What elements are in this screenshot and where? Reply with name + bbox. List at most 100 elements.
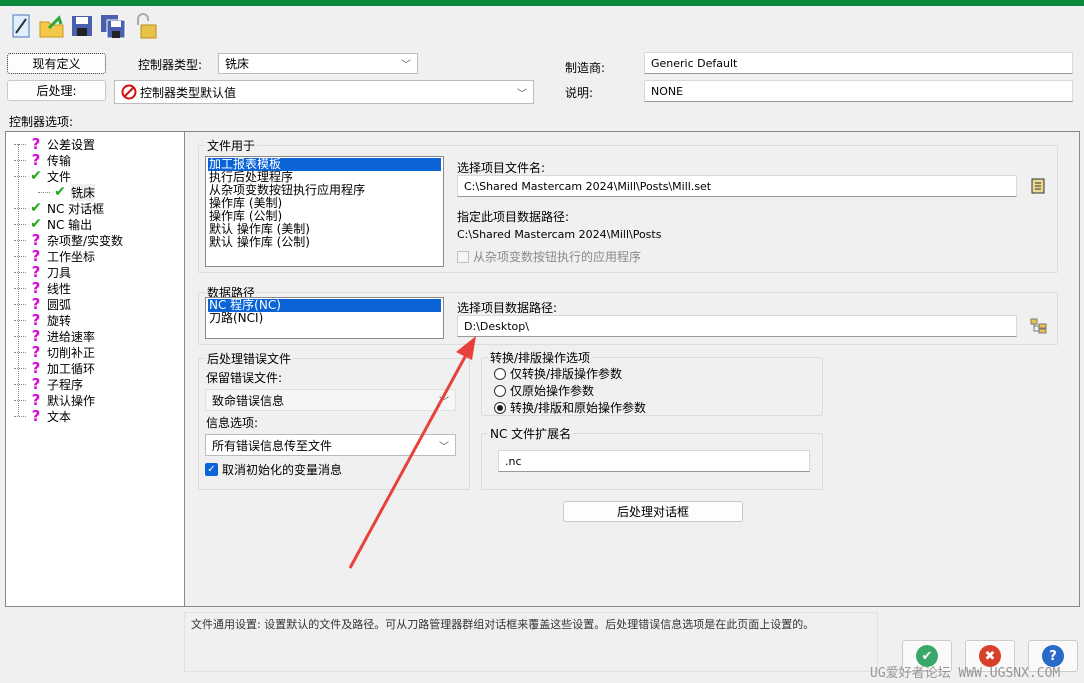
- tree-connector: [14, 159, 26, 161]
- controller-options-label: 控制器选项:: [9, 115, 74, 129]
- tree-item-label: 文件: [47, 169, 72, 184]
- post-processor-value: 控制器类型默认值: [140, 85, 237, 100]
- tree-item[interactable]: ? 旋转: [14, 311, 72, 329]
- post-processor-button[interactable]: 后处理:: [7, 80, 106, 101]
- files-list[interactable]: 加工报表模板 执行后处理程序 从杂项变数按钮执行应用程序 操作库 (美制) 操作库 (公…: [205, 156, 444, 267]
- run-app-label: 从杂项变数按钮执行的应用程序: [473, 250, 642, 264]
- radio-button: [494, 367, 506, 380]
- select-file-field[interactable]: C:\Shared Mastercam 2024\Mill\Posts\Mill…: [457, 175, 1017, 197]
- tree-item-label: 默认操作: [47, 393, 96, 408]
- save-as-icon[interactable]: [100, 12, 126, 40]
- controller-type-value: 铣床: [225, 57, 250, 71]
- tree-item-label: 子程序: [47, 377, 84, 392]
- tree-connector: [14, 255, 26, 257]
- radio-convert-and-original[interactable]: 转换/排版和原始操作参数: [494, 399, 646, 416]
- radio-label: 仅转换/排版操作参数: [510, 367, 623, 381]
- tree-connector: [14, 383, 26, 385]
- no-entry-icon: [121, 84, 137, 100]
- list-item[interactable]: 刀路(NCI): [208, 312, 441, 325]
- tree-connector: [14, 207, 26, 209]
- tree-connector: [14, 175, 26, 177]
- tree-item[interactable]: ? 线性: [14, 279, 72, 297]
- nc-extension-field[interactable]: .nc: [498, 450, 810, 472]
- existing-definition-button[interactable]: 现有定义: [7, 53, 106, 74]
- browse-folder-icon[interactable]: [1028, 316, 1050, 336]
- lock-icon[interactable]: [132, 12, 158, 40]
- radio-button-selected: [494, 401, 506, 414]
- chevron-down-icon: ﹀: [439, 396, 449, 408]
- tree-item[interactable]: ? 加工循环: [14, 359, 96, 377]
- info-options-label: 信息选项:: [206, 416, 259, 430]
- select-path-field[interactable]: D:\Desktop\: [457, 315, 1017, 337]
- options-page: 文件用于 加工报表模板 执行后处理程序 从杂项变数按钮执行应用程序 操作库 (美制) 操…: [184, 131, 1080, 607]
- list-item[interactable]: 默认 操作库 (公制): [208, 236, 441, 249]
- tree-item-label: NC 输出: [47, 217, 93, 232]
- tree-item[interactable]: ✔ 铣床: [38, 183, 96, 201]
- data-path-label: 指定此项目数据路径:: [457, 210, 570, 224]
- tree-item[interactable]: ? 默认操作: [14, 391, 96, 409]
- tree-connector: [14, 367, 26, 369]
- tree-item[interactable]: ✔ NC 对话框: [14, 200, 104, 216]
- tree-item[interactable]: ? 工作坐标: [14, 247, 95, 265]
- error-group-title: 后处理错误文件: [205, 350, 294, 367]
- checkbox-checked-icon: ✓: [205, 463, 218, 476]
- tree-connector: [14, 351, 26, 353]
- browse-file-icon[interactable]: [1028, 176, 1048, 196]
- tree-item-label: 旋转: [47, 313, 72, 328]
- tree-item-label: 线性: [47, 281, 72, 296]
- tree-item-label: 文本: [47, 409, 72, 424]
- tree-connector: [14, 319, 26, 321]
- tree-connector: [14, 271, 26, 273]
- tree-item[interactable]: ? 杂项整/实变数: [14, 231, 124, 249]
- cancel-init-checkbox[interactable]: ✓ 取消初始化的变量消息: [205, 461, 342, 478]
- keep-error-label: 保留错误文件:: [206, 371, 283, 385]
- run-app-checkbox[interactable]: 从杂项变数按钮执行的应用程序: [457, 248, 641, 265]
- tree-item[interactable]: ✔ NC 输出: [14, 216, 92, 232]
- save-icon[interactable]: [69, 12, 95, 40]
- tree-item[interactable]: ? 传输: [14, 151, 72, 169]
- tree-item[interactable]: ? 公差设置: [14, 135, 95, 153]
- check-icon: ✔: [30, 168, 42, 184]
- description-field[interactable]: NONE: [644, 80, 1073, 102]
- radio-label: 仅原始操作参数: [510, 384, 595, 398]
- tree-connector: [14, 287, 26, 289]
- radio-original-only[interactable]: 仅原始操作参数: [494, 382, 594, 399]
- chevron-down-icon: ﹀: [401, 60, 411, 71]
- new-file-icon[interactable]: [8, 12, 34, 40]
- tree-item-label: NC 对话框: [47, 201, 105, 216]
- tree-item-label: 圆弧: [47, 297, 72, 312]
- check-icon: ✔: [30, 200, 42, 216]
- tree-connector: [38, 191, 50, 193]
- controller-type-select[interactable]: 铣床 ﹀: [218, 53, 418, 74]
- info-options-select[interactable]: 所有错误信息传至文件 ﹀: [205, 434, 456, 456]
- open-folder-icon[interactable]: [39, 12, 65, 40]
- chevron-down-icon: ﹀: [439, 441, 449, 453]
- post-processor-select[interactable]: 控制器类型默认值 ﹀: [114, 80, 534, 104]
- radio-convert-only[interactable]: 仅转换/排版操作参数: [494, 365, 622, 382]
- question-icon: ?: [31, 407, 41, 425]
- tree-item[interactable]: ? 圆弧: [14, 295, 72, 313]
- watermark: UG爱好者论坛 WWW.UGSNX.COM: [870, 666, 1061, 681]
- tree-item-label: 加工循环: [47, 361, 96, 376]
- options-tree[interactable]: ? 公差设置? 传输 ✔ 文件 ✔ 铣床 ✔ NC 对话框 ✔ NC 输出? 杂项整/实变数? 工作坐标…: [5, 131, 185, 607]
- checkbox-box: [457, 250, 469, 263]
- tree-item-label: 切削补正: [47, 345, 96, 360]
- tree-item[interactable]: ? 进给速率: [14, 327, 95, 345]
- data-path-list[interactable]: NC 程序(NC) 刀路(NCI): [205, 297, 444, 339]
- tree-connector: [14, 335, 26, 337]
- select-path-label: 选择项目数据路径:: [457, 301, 558, 315]
- post-dialog-button[interactable]: 后处理对话框: [563, 501, 743, 522]
- radio-button: [494, 384, 506, 397]
- tree-item[interactable]: ✔ 文件: [14, 168, 71, 184]
- keep-error-select[interactable]: 致命错误信息 ﹀: [205, 389, 456, 411]
- tree-item[interactable]: ? 切削补正: [14, 343, 96, 361]
- tree-item[interactable]: ? 刀具: [14, 263, 71, 281]
- tree-item[interactable]: ? 文本: [14, 407, 72, 425]
- tree-item-label: 传输: [47, 153, 72, 168]
- tree-item[interactable]: ? 子程序: [14, 375, 84, 393]
- tree-item-label: 杂项整/实变数: [47, 233, 124, 248]
- keep-error-value: 致命错误信息: [212, 393, 285, 408]
- manufacturer-field[interactable]: Generic Default: [644, 52, 1073, 74]
- question-icon: ?: [31, 151, 41, 169]
- tree-item-label: 铣床: [71, 183, 96, 201]
